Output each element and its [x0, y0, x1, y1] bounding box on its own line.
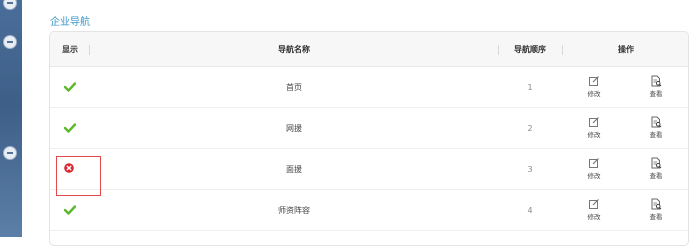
- header-actions: 操作: [618, 45, 634, 54]
- view-label: 查看: [649, 172, 663, 180]
- check-icon[interactable]: [64, 123, 76, 133]
- navigation-table: 显示 导航名称 导航顺序 操作 首页 1 修改 查看 网援 2 修改 查看 面援…: [49, 31, 689, 246]
- table-row: 首页 1 修改 查看: [50, 67, 688, 108]
- edit-label: 修改: [587, 213, 601, 221]
- left-sidebar-rail: [0, 0, 22, 237]
- view-button[interactable]: 查看: [641, 114, 671, 144]
- edit-button[interactable]: 修改: [579, 196, 609, 226]
- view-icon: [651, 198, 662, 210]
- nav-name: 师资阵容: [278, 206, 310, 215]
- x-circle-icon[interactable]: [64, 163, 74, 173]
- edit-label: 修改: [587, 90, 601, 98]
- nav-order: 2: [527, 124, 533, 133]
- edit-label: 修改: [587, 172, 601, 180]
- header-show: 显示: [62, 45, 78, 54]
- view-button[interactable]: 查看: [641, 73, 671, 103]
- view-label: 查看: [649, 131, 663, 139]
- view-button[interactable]: 查看: [641, 196, 671, 226]
- collapse-button[interactable]: [3, 0, 17, 10]
- view-icon: [651, 116, 662, 128]
- edit-button[interactable]: 修改: [579, 155, 609, 185]
- table-header: 显示 导航名称 导航顺序 操作: [50, 32, 688, 67]
- view-label: 查看: [649, 213, 663, 221]
- header-order: 导航顺序: [514, 45, 546, 54]
- page-title: 企业导航: [50, 17, 90, 28]
- collapse-button[interactable]: [3, 35, 17, 49]
- edit-icon: [589, 117, 599, 127]
- edit-icon: [589, 199, 599, 209]
- view-icon: [651, 75, 662, 87]
- view-button[interactable]: 查看: [641, 155, 671, 185]
- nav-name: 首页: [286, 83, 302, 92]
- check-icon[interactable]: [64, 205, 76, 215]
- nav-name: 网援: [286, 124, 302, 133]
- table-row: 面援 3 修改 查看: [50, 149, 688, 196]
- collapse-button[interactable]: [3, 146, 17, 160]
- nav-order: 1: [527, 83, 533, 92]
- view-icon: [651, 157, 662, 169]
- edit-icon: [589, 158, 599, 168]
- nav-name: 面援: [286, 165, 302, 174]
- edit-icon: [589, 76, 599, 86]
- nav-order: 4: [527, 206, 533, 215]
- check-icon[interactable]: [64, 82, 76, 92]
- edit-button[interactable]: 修改: [579, 73, 609, 103]
- view-label: 查看: [649, 90, 663, 98]
- edit-label: 修改: [587, 131, 601, 139]
- table-row: 网援 2 修改 查看: [50, 108, 688, 149]
- edit-button[interactable]: 修改: [579, 114, 609, 144]
- header-name: 导航名称: [278, 45, 310, 54]
- nav-order: 3: [527, 165, 533, 174]
- table-row: 师资阵容 4 修改 查看: [50, 190, 688, 231]
